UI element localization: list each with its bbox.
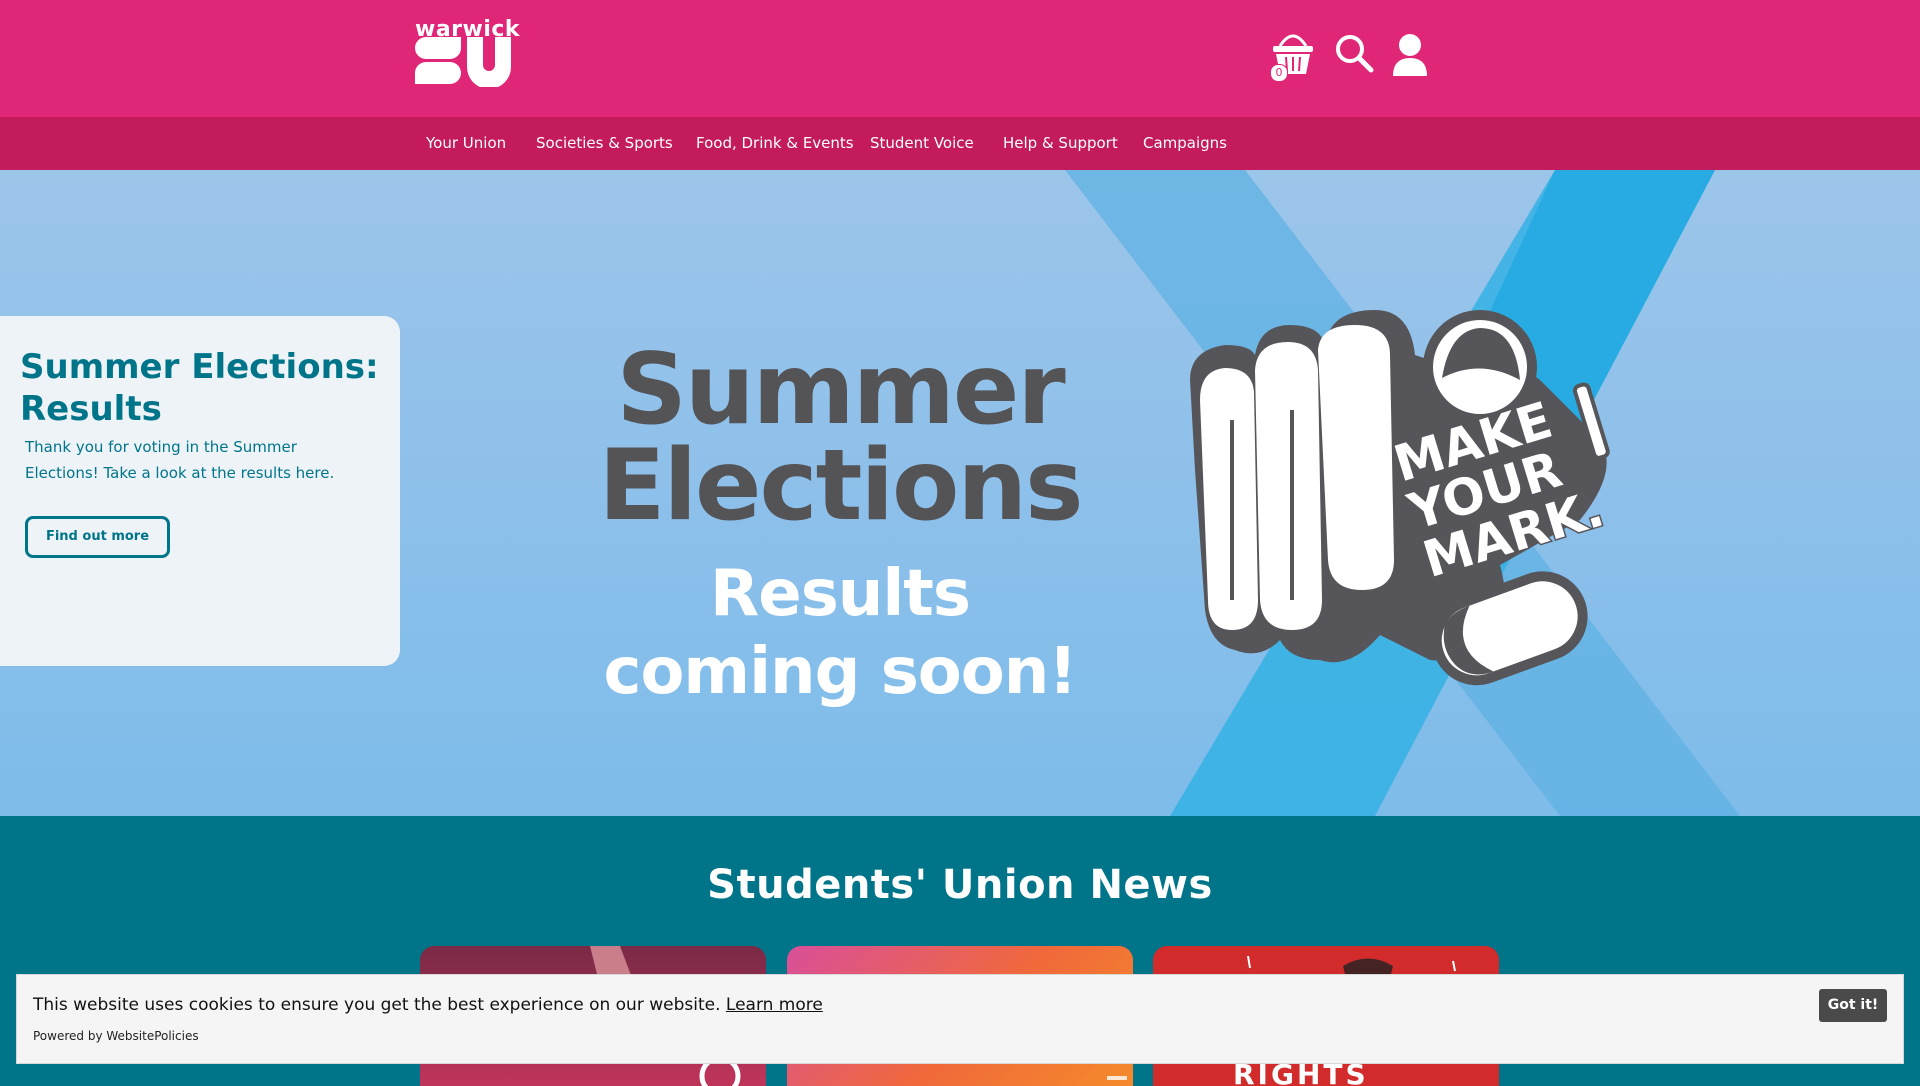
news-section-title: Students' Union News xyxy=(707,862,1213,908)
find-out-more-button[interactable]: Find out more xyxy=(25,516,170,558)
su-logo-mark xyxy=(415,37,511,87)
hero-subtitle-line2: coming soon! xyxy=(603,635,1078,709)
cookie-accept-button[interactable]: Got it! xyxy=(1819,989,1887,1022)
user-icon xyxy=(1393,34,1427,76)
cookie-message: This website uses cookies to ensure you … xyxy=(33,995,721,1015)
hero-subtitle-line1: Results xyxy=(710,557,971,631)
warwick-su-logo[interactable]: warwick xyxy=(415,17,520,87)
search-icon xyxy=(1336,35,1374,73)
nav-item-your-union[interactable]: Your Union xyxy=(426,117,506,170)
nav-item-student-voice[interactable]: Student Voice xyxy=(870,117,974,170)
nav-item-help-support[interactable]: Help & Support xyxy=(1003,117,1118,170)
cookie-banner: This website uses cookies to ensure you … xyxy=(16,974,1904,1064)
site-header: warwick 0 xyxy=(0,0,1920,117)
account-button[interactable] xyxy=(1390,32,1430,78)
hero-title-line2: Elections xyxy=(598,429,1084,543)
search-button[interactable] xyxy=(1334,33,1374,73)
make-your-mark-graphic: MAKE YOUR MARK. xyxy=(1190,310,1612,686)
promo-card: Summer Elections: Results Thank you for … xyxy=(0,316,400,666)
promo-card-text: Thank you for voting in the Summer Elect… xyxy=(25,438,335,482)
nav-item-food-drink-events[interactable]: Food, Drink & Events xyxy=(696,117,854,170)
main-nav: Your Union Societies & Sports Food, Drin… xyxy=(0,117,1920,170)
hero-title-line1: Summer xyxy=(616,333,1065,447)
learn-more-link[interactable]: Learn more xyxy=(726,995,823,1015)
nav-item-societies-sports[interactable]: Societies & Sports xyxy=(536,117,673,170)
basket-button[interactable]: 0 xyxy=(1270,30,1316,82)
promo-card-title: Summer Elections: Results xyxy=(20,347,379,429)
cookie-message-row: This website uses cookies to ensure you … xyxy=(33,995,823,1015)
nav-item-campaigns[interactable]: Campaigns xyxy=(1143,117,1227,170)
cookie-powered-by: Powered by WebsitePolicies xyxy=(33,1029,199,1043)
basket-count-badge: 0 xyxy=(1270,64,1288,82)
